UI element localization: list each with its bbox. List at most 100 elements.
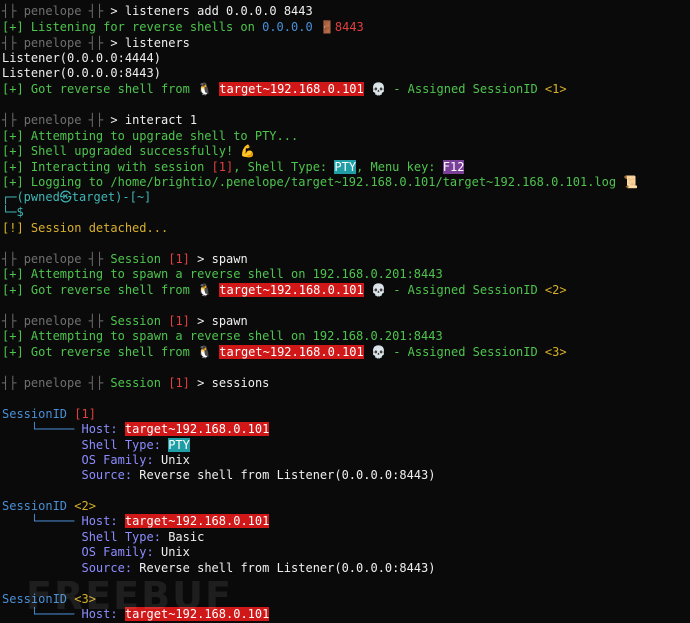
command-text: listeners add 0.0.0.0 8443 bbox=[124, 4, 313, 18]
separator-icon: ┤├ bbox=[2, 113, 17, 127]
session-id: <2> bbox=[544, 283, 567, 297]
session-field: Shell Type: Basic bbox=[2, 530, 204, 545]
host-label: Host: bbox=[81, 422, 118, 436]
shell-type-value: Basic bbox=[168, 530, 205, 544]
tree-branch-icon: └───── bbox=[2, 422, 75, 436]
separator-icon: ┤├ bbox=[88, 4, 104, 18]
separator-icon: ┤├ bbox=[88, 252, 104, 266]
penguin-icon: 🐧 bbox=[197, 345, 213, 359]
output-line: [+] Shell upgraded successfully! 💪 bbox=[2, 144, 255, 159]
prompt-session: Session bbox=[110, 314, 161, 328]
session-id: [1] bbox=[211, 160, 234, 174]
assigned-text: - Assigned SessionID bbox=[393, 345, 538, 359]
output-line: [+] Got reverse shell from 🐧 target~192.… bbox=[2, 345, 567, 360]
session-id: [1] bbox=[74, 407, 96, 421]
separator-icon: ┤├ bbox=[2, 4, 17, 18]
prompt-arrow: > bbox=[110, 113, 118, 127]
prompt-arrow: > bbox=[197, 252, 205, 266]
target-badge: target~192.168.0.101 bbox=[124, 422, 270, 436]
output-line: [!] Session detached... bbox=[2, 221, 168, 236]
os-value: Unix bbox=[160, 453, 190, 467]
output-line: [+] Attempting to spawn a reverse shell … bbox=[2, 267, 443, 282]
separator-icon: ┤├ bbox=[2, 376, 17, 390]
skull-icon: 💀 bbox=[371, 283, 386, 297]
session-field: Shell Type: PTY bbox=[2, 438, 190, 453]
output-line: Listener(0.0.0.0:8443) bbox=[2, 66, 161, 81]
menu-key-badge: F12 bbox=[442, 160, 465, 174]
separator-icon: ┤├ bbox=[88, 314, 104, 328]
prompt-arrow: > bbox=[110, 36, 118, 50]
source-value: Reverse shell from Listener(0.0.0.0:8443… bbox=[139, 561, 436, 575]
shell-prompt: └─$ bbox=[2, 205, 24, 220]
command-text: sessions bbox=[211, 376, 270, 390]
got-shell-text: [+] Got reverse shell from bbox=[2, 283, 190, 297]
listener-entry: Listener(0.0.0.0:4444) bbox=[2, 51, 161, 65]
command-text: spawn bbox=[211, 314, 248, 328]
shell-prompt-text: ┌─(pwned㉿target)-[~] bbox=[2, 190, 152, 204]
output-line: [+] Interacting with session [1], Shell … bbox=[2, 160, 465, 175]
os-label: OS Family: bbox=[81, 453, 154, 467]
prompt-line: ┤├ penelope ┤├ > listeners add 0.0.0.0 8… bbox=[2, 4, 313, 19]
source-label: Source: bbox=[81, 468, 133, 482]
tree-branch-icon: └───── bbox=[2, 514, 75, 528]
assigned-text: - Assigned SessionID bbox=[393, 82, 538, 96]
target-badge: target~192.168.0.101 bbox=[219, 345, 364, 359]
listener-entry: Listener(0.0.0.0:8443) bbox=[2, 66, 161, 80]
skull-icon: 💀 bbox=[371, 345, 386, 359]
prompt-line: ┤├ penelope ┤├ Session [1] > sessions bbox=[2, 376, 269, 391]
session-label: SessionID bbox=[2, 407, 68, 421]
status-text: , Menu key: bbox=[356, 160, 436, 174]
prompt-app: penelope bbox=[23, 113, 82, 127]
scroll-icon: 📜 bbox=[623, 175, 639, 189]
prompt-app: penelope bbox=[23, 314, 82, 328]
status-text: [+] Attempting to spawn a reverse shell … bbox=[2, 329, 443, 343]
separator-icon: ┤├ bbox=[2, 252, 17, 266]
command-text: spawn bbox=[211, 252, 248, 266]
session-field: └───── Host: target~192.168.0.101 bbox=[2, 514, 270, 529]
session-field: OS Family: Unix bbox=[2, 453, 190, 468]
status-text: [+] Shell upgraded successfully! bbox=[2, 144, 234, 158]
session-header: SessionID <2> bbox=[2, 499, 96, 514]
muscle-icon: 💪 bbox=[240, 144, 256, 158]
host-label: Host: bbox=[81, 514, 118, 528]
listening-text: [+] Listening for reverse shells on bbox=[2, 20, 255, 34]
session-field: OS Family: Unix bbox=[2, 545, 190, 560]
separator-icon: ┤├ bbox=[88, 376, 104, 390]
source-value: Reverse shell from Listener(0.0.0.0:8443… bbox=[139, 468, 436, 482]
prompt-line: ┤├ penelope ┤├ Session [1] > spawn bbox=[2, 314, 248, 329]
listen-port: 8443 bbox=[334, 20, 364, 34]
prompt-app: penelope bbox=[23, 252, 82, 266]
separator-icon: ┤├ bbox=[88, 36, 104, 50]
penguin-icon: 🐧 bbox=[197, 82, 213, 96]
listen-ip: 0.0.0.0 bbox=[262, 20, 313, 34]
command-text: interact 1 bbox=[124, 113, 198, 127]
shell-type-label: Shell Type: bbox=[81, 438, 161, 452]
os-value: Unix bbox=[160, 545, 190, 559]
prompt-session: Session bbox=[110, 252, 161, 266]
prompt-app: penelope bbox=[23, 4, 82, 18]
prompt-session-id: [1] bbox=[168, 252, 190, 266]
separator-icon: ┤├ bbox=[2, 36, 17, 50]
status-text: , Shell Type: bbox=[233, 160, 328, 174]
output-line: [+] Logging to /home/brightio/.penelope/… bbox=[2, 175, 638, 190]
session-id: <3> bbox=[544, 345, 567, 359]
prompt-session: Session bbox=[110, 376, 161, 390]
got-shell-text: [+] Got reverse shell from bbox=[2, 345, 190, 359]
target-badge: target~192.168.0.101 bbox=[124, 514, 270, 528]
prompt-arrow: > bbox=[197, 376, 205, 390]
prompt-arrow: > bbox=[110, 4, 118, 18]
pty-badge: PTY bbox=[168, 438, 190, 452]
prompt-arrow: > bbox=[197, 314, 205, 328]
watermark-logo: FREEBUF bbox=[26, 574, 233, 618]
command-text: listeners bbox=[124, 36, 190, 50]
prompt-session-id: [1] bbox=[168, 314, 190, 328]
shell-type-label: Shell Type: bbox=[81, 530, 161, 544]
session-field: Source: Reverse shell from Listener(0.0.… bbox=[2, 468, 436, 483]
output-line: [+] Got reverse shell from 🐧 target~192.… bbox=[2, 82, 567, 97]
prompt-session-id: [1] bbox=[168, 376, 190, 390]
separator-icon: ┤├ bbox=[88, 113, 104, 127]
door-icon: 🚪 bbox=[319, 20, 335, 34]
output-line: [+] Got reverse shell from 🐧 target~192.… bbox=[2, 283, 567, 298]
output-line: [+] Attempting to upgrade shell to PTY..… bbox=[2, 129, 298, 144]
prompt-line: ┤├ penelope ┤├ > listeners bbox=[2, 36, 190, 51]
